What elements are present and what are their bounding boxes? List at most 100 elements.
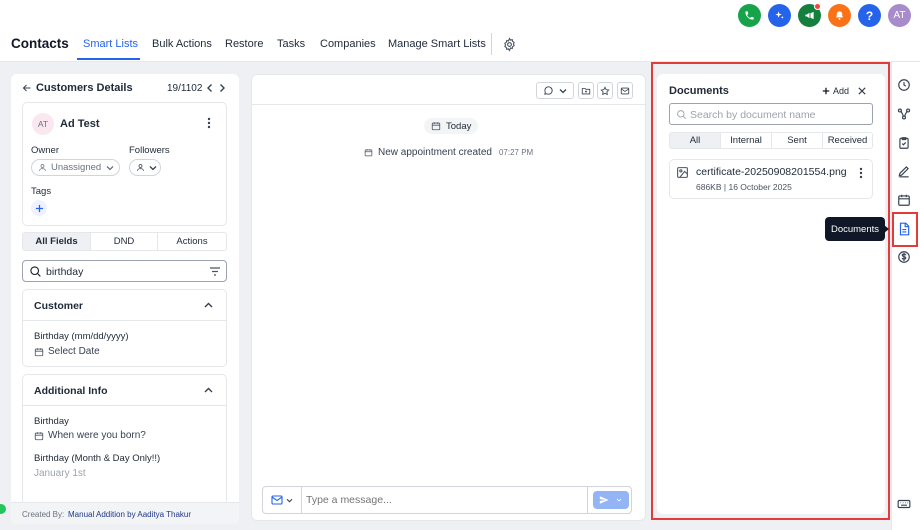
send-icon [599,495,609,505]
history-clock-icon[interactable] [897,78,911,92]
add-tag-button[interactable] [31,200,47,216]
event-time: 07:27 PM [498,148,534,157]
date-picker[interactable]: Select Date [34,346,100,357]
activity-event: New appointment created 07:27 PM [364,147,533,158]
tab-restore[interactable]: Restore [225,38,264,50]
contact-details-panel: Customers Details 19/1102 AT Ad Test Own… [11,74,239,524]
created-by-label: Created By: [22,510,65,519]
divider [587,487,588,513]
tooltip-arrow [884,225,889,233]
message-input[interactable] [303,487,587,513]
task-clipboard-icon[interactable] [897,136,911,150]
bell-icon[interactable] [828,4,851,27]
field-label: Birthday (Month & Day Only!!) [34,453,161,464]
tab-smart-lists[interactable]: Smart Lists [83,38,138,50]
calendar-icon [431,121,441,131]
active-tab-indicator [77,58,140,60]
top-bar: Contacts Smart Lists Bulk Actions Restor… [0,0,920,62]
pen-icon[interactable] [897,164,911,178]
chevron-down-icon [616,498,622,502]
tab-dnd[interactable]: DND [90,232,158,251]
folder-icon[interactable] [578,82,594,99]
page-title: Contacts [11,36,69,51]
followers-label: Followers [129,145,170,156]
panel-title: Customers Details [36,82,133,94]
contact-card: AT Ad Test Owner Followers Unassigned Ta… [22,102,227,226]
date-chip: Today [424,118,479,134]
channel-select[interactable] [263,487,302,513]
section-title: Customer [34,300,84,312]
more-vertical-icon[interactable] [207,117,211,129]
online-status-dot [0,504,6,514]
owner-label: Owner [31,145,59,156]
sparkle-icon[interactable] [768,4,791,27]
user-icon [38,163,47,172]
field-search-input[interactable]: birthday [22,260,227,282]
send-button[interactable] [593,491,629,509]
tab-companies[interactable]: Companies [320,38,376,50]
tab-all-fields[interactable]: All Fields [22,232,91,251]
event-text: New appointment created [378,147,492,158]
chat-type-select[interactable] [536,82,574,99]
chevron-right-icon[interactable] [218,83,226,93]
mail-icon[interactable] [617,82,633,99]
documents-tooltip: Documents [825,217,885,241]
user-icon [136,163,145,172]
message-composer [262,486,632,514]
owner-value: Unassigned [51,162,102,173]
filter-icon[interactable] [210,267,220,276]
field-value[interactable]: January 1st [34,468,86,479]
documents-rail-highlight [892,212,918,247]
calendar-icon[interactable] [897,193,911,207]
phone-icon[interactable] [738,4,761,27]
dollar-icon[interactable] [897,250,911,264]
chevron-down-icon [286,498,293,503]
chevron-down-icon [106,165,114,171]
created-by-footer: Created By: Manual Addition by Aaditya T… [11,502,239,524]
tab-manage-smart-lists[interactable]: Manage Smart Lists [388,38,486,50]
user-avatar[interactable]: AT [888,4,911,27]
contact-avatar: AT [32,113,54,135]
chevron-left-icon[interactable] [206,83,214,93]
field-value: When were you born? [48,430,146,441]
search-value: birthday [46,266,84,278]
tags-label: Tags [31,186,52,197]
conversation-panel: Today New appointment created 07:27 PM [251,74,646,521]
divider [23,320,226,321]
followers-select[interactable] [129,159,161,176]
divider [491,33,492,55]
calendar-icon [34,347,44,357]
settings-gear-icon[interactable] [502,37,517,52]
calendar-icon [34,431,44,441]
divider [252,104,645,105]
contact-name: Ad Test [60,118,100,130]
notification-dot [814,3,821,10]
chevron-up-icon[interactable] [204,387,213,393]
customer-section: Customer Birthday (mm/dd/yyyy) Select Da… [22,289,227,367]
chat-bubble-icon [543,85,554,96]
right-rail [891,62,920,530]
chevron-down-icon [559,88,567,94]
owner-select[interactable]: Unassigned [31,159,120,176]
tab-actions[interactable]: Actions [157,232,227,251]
back-arrow-icon[interactable] [21,82,33,94]
tab-bulk-actions[interactable]: Bulk Actions [152,38,212,50]
keyboard-icon[interactable] [897,497,911,511]
search-icon [29,265,42,278]
field-label: Birthday (mm/dd/yyyy) [34,331,129,342]
documents-highlight-frame [651,62,890,520]
help-icon[interactable]: ? [858,4,881,27]
chevron-down-icon [149,165,157,171]
workflow-icon[interactable] [897,107,911,121]
tab-tasks[interactable]: Tasks [277,38,305,50]
record-position: 19/1102 [167,83,203,94]
section-title: Additional Info [34,385,108,397]
mail-icon [271,495,283,505]
date-picker[interactable]: When were you born? [34,430,146,441]
calendar-icon [364,148,373,157]
field-value: Select Date [48,346,100,357]
created-by-value: Manual Addition by Aaditya Thakur [68,510,192,519]
field-label: Birthday [34,416,69,427]
chevron-up-icon[interactable] [204,302,213,308]
star-icon[interactable] [597,82,613,99]
